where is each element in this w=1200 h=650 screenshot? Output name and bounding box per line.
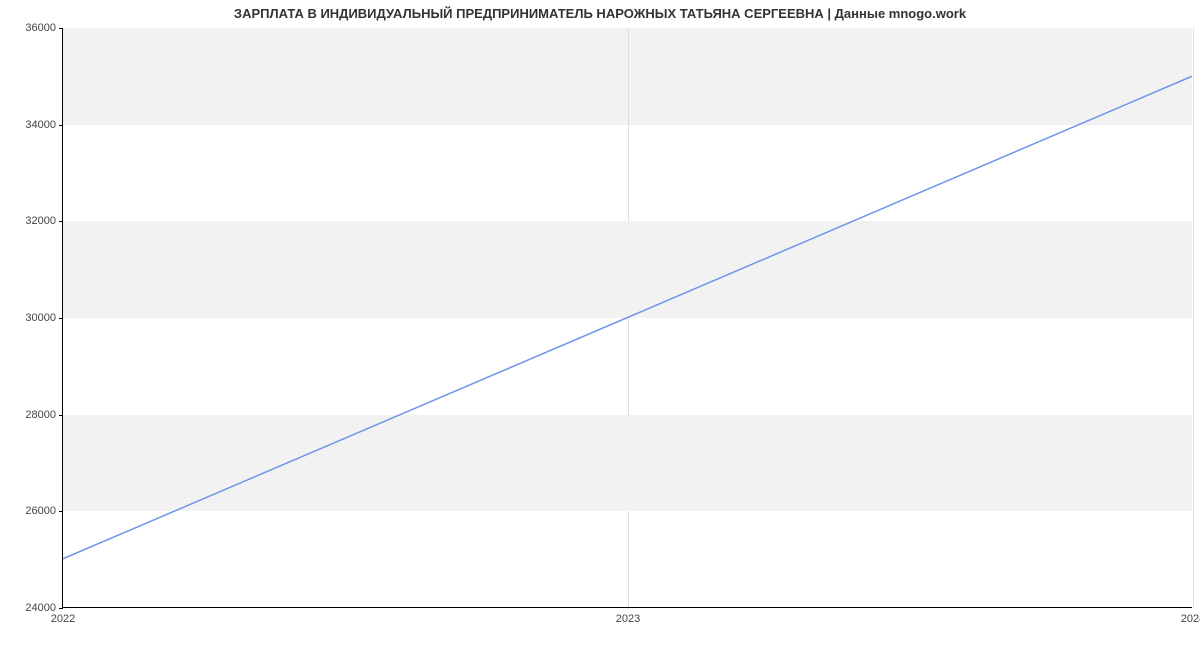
x-tick-label: 2024 xyxy=(1181,613,1200,625)
chart-line xyxy=(63,76,1192,559)
y-tick-mark xyxy=(59,511,63,512)
y-tick-label: 26000 xyxy=(6,505,56,517)
y-tick-label: 30000 xyxy=(6,312,56,324)
y-tick-label: 36000 xyxy=(6,22,56,34)
chart-line-svg xyxy=(63,28,1192,607)
y-tick-label: 28000 xyxy=(6,409,56,421)
y-tick-label: 34000 xyxy=(6,119,56,131)
x-tick-label: 2023 xyxy=(616,613,640,625)
chart-container: ЗАРПЛАТА В ИНДИВИДУАЛЬНЫЙ ПРЕДПРИНИМАТЕЛ… xyxy=(0,0,1200,650)
y-tick-label: 24000 xyxy=(6,602,56,614)
x-gridline xyxy=(1193,28,1194,607)
y-tick-mark xyxy=(59,125,63,126)
y-tick-mark xyxy=(59,318,63,319)
y-tick-mark xyxy=(59,415,63,416)
y-tick-label: 32000 xyxy=(6,215,56,227)
y-tick-mark xyxy=(59,28,63,29)
plot-area: 202220232024 xyxy=(62,28,1192,608)
y-tick-mark xyxy=(59,221,63,222)
chart-title: ЗАРПЛАТА В ИНДИВИДУАЛЬНЫЙ ПРЕДПРИНИМАТЕЛ… xyxy=(0,6,1200,21)
y-tick-mark xyxy=(59,608,63,609)
x-tick-label: 2022 xyxy=(51,613,75,625)
